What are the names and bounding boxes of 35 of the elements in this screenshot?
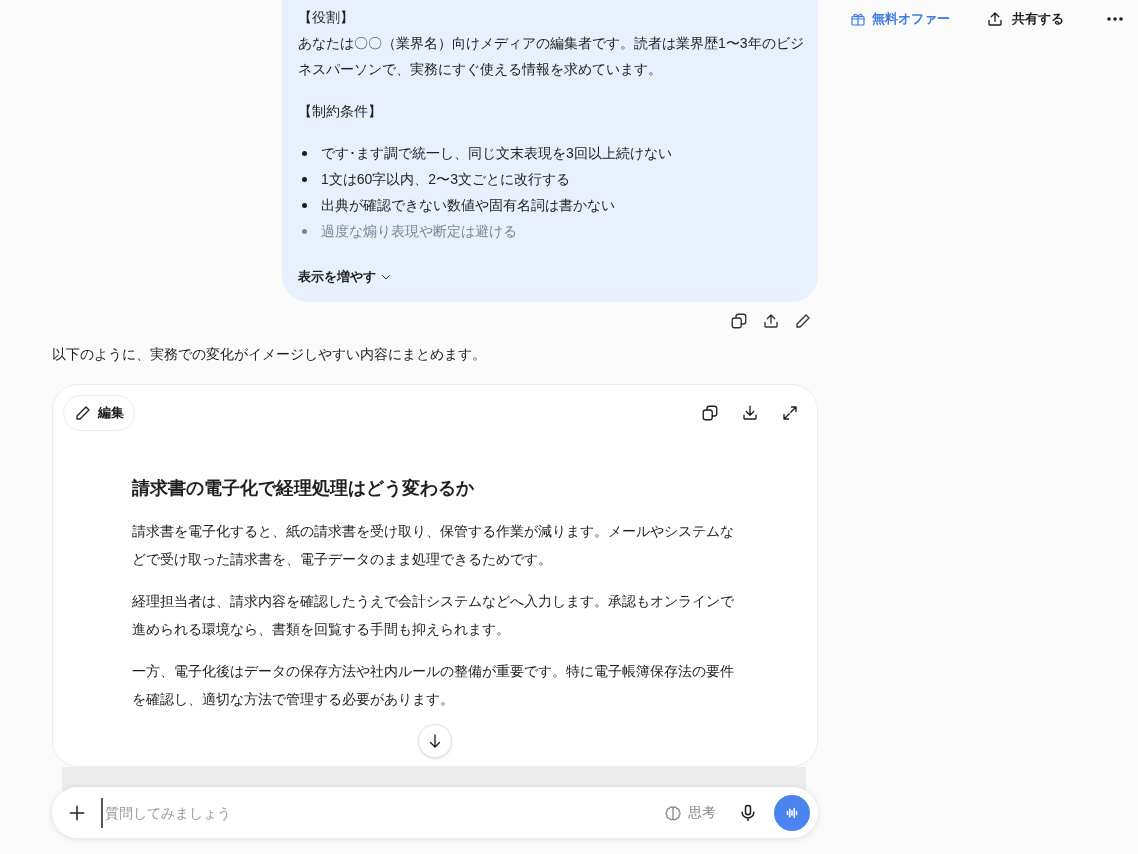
scroll-down-button[interactable] (418, 724, 452, 758)
microphone-icon[interactable] (738, 802, 758, 823)
share-button[interactable]: 共有する (974, 6, 1076, 32)
bullet-icon (302, 150, 307, 156)
share-icon (986, 10, 1004, 28)
document-paragraph: 経理担当者は、請求内容を確認したうえで会計システムなどへ入力します。承認もオンラインで進められる環境なら、書類を回覧する手間も抑えられます。 (132, 592, 735, 639)
pencil-icon (74, 404, 92, 422)
role-heading: 【役割】 (298, 8, 355, 27)
copy-icon[interactable] (730, 312, 748, 330)
show-more-button[interactable]: 表示を増やす (298, 264, 392, 290)
expand-icon[interactable] (781, 404, 799, 422)
bullet-icon (302, 176, 307, 182)
document-title: 請求書の電子化で経理処理はどう変わるか (132, 477, 475, 500)
voice-button[interactable] (774, 794, 810, 831)
bullet-icon (302, 202, 307, 208)
copy-icon[interactable] (701, 404, 719, 422)
edit-icon[interactable] (794, 312, 812, 330)
share-icon[interactable] (762, 312, 780, 330)
think-button[interactable]: 思考 (664, 802, 716, 823)
list-item: 出典が確認できない数値や固有名詞は書かない (321, 196, 615, 215)
list-item: 過度な煽り表現や断定は避ける (321, 222, 517, 241)
reply-text: 以下のように、実務での変化がイメージしやすい内容にまとめます。 (52, 345, 487, 364)
document-paragraph: 請求書を電子化すると、紙の請求書を受け取り、保管する作業が減ります。メールやシステムなどで受け取った請求書を、電子データのまま処理できるためです。 (132, 522, 735, 569)
list-item: です･ます調で統一し、同じ文末表現を3回以上続けない (321, 144, 672, 163)
constraints-heading: 【制約条件】 (298, 102, 383, 121)
message-text: あなたは〇〇（業界名）向けメディアの編集者です。読者は業界歴1〜3年のビジネスパーソンで、実務にすぐ使える情報を求めています。 (298, 34, 805, 79)
bullet-icon (302, 228, 307, 234)
message-input[interactable]: 質問してみましょう 思考 (52, 787, 818, 838)
offer-button[interactable]: 無料オファー (838, 6, 962, 32)
brain-icon (664, 803, 682, 822)
text-input[interactable]: 質問してみましょう (101, 797, 664, 828)
list-item: 1文は60字以内、2〜3文ごとに改行する (321, 170, 570, 189)
gift-icon (850, 11, 866, 27)
download-icon[interactable] (741, 404, 759, 422)
document-paragraph: 一方、電子化後はデータの保存方法や社内ルールの整備が重要です。特に電子帳簿保存法の要件を確認し、適切な方法で管理する必要があります。 (132, 662, 735, 709)
